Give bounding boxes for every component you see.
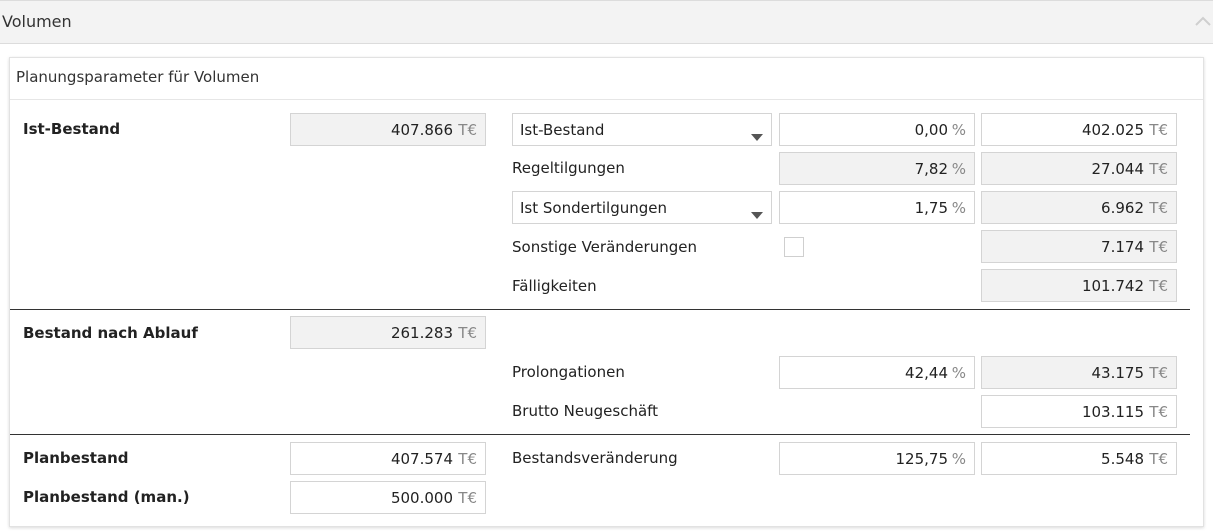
planbestand-man-label: Planbestand (man.) [23, 488, 190, 506]
amount-value: 103.115 [1081, 403, 1144, 421]
bestandsveraenderung-amount-input[interactable]: 5.548 T€ [981, 442, 1177, 475]
amount-value: 27.044 [1091, 160, 1145, 178]
panel-title-divider [10, 99, 1203, 100]
currency-unit: T€ [1149, 364, 1168, 382]
percent-value: 0,00 [914, 121, 948, 139]
ist-bestand-percent-input[interactable]: 0,00 % [779, 113, 975, 146]
percent-unit: % [951, 364, 966, 382]
sondertilgungen-amount-field: 6.962 T€ [981, 191, 1177, 224]
currency-unit: T€ [458, 324, 477, 342]
sondertilgungen-percent-input[interactable]: 1,75 % [779, 191, 975, 224]
sondertilgungen-dropdown[interactable]: Ist Sondertilgungen [512, 191, 772, 224]
amount-value: 6.962 [1101, 199, 1144, 217]
planbestand-man-input[interactable]: 500.000 T€ [290, 481, 486, 514]
currency-unit: T€ [1149, 199, 1168, 217]
planbestand-label: Planbestand [23, 449, 129, 467]
bestandsveraenderung-label: Bestandsveränderung [512, 449, 678, 467]
amount-value: 7.174 [1101, 238, 1144, 256]
ist-bestand-label: Ist-Bestand [23, 120, 121, 138]
currency-unit: T€ [458, 450, 477, 468]
amount-value: 402.025 [1081, 121, 1144, 139]
ist-bestand-dropdown[interactable]: Ist-Bestand [512, 113, 772, 146]
percent-unit: % [951, 450, 966, 468]
prolongationen-label: Prolongationen [512, 363, 625, 381]
amount-value: 101.742 [1081, 277, 1144, 295]
divider-line [10, 434, 1190, 435]
currency-unit: T€ [1149, 238, 1168, 256]
prolongationen-amount-field: 43.175 T€ [981, 356, 1177, 389]
ist-bestand-value: 407.866 [390, 121, 453, 139]
prolongationen-percent-input[interactable]: 42,44 % [779, 356, 975, 389]
divider-line [10, 309, 1190, 310]
sonstige-label: Sonstige Veränderungen [512, 238, 697, 256]
amount-value: 43.175 [1091, 364, 1145, 382]
currency-unit: T€ [1149, 450, 1168, 468]
section-header[interactable]: Volumen [0, 0, 1213, 44]
amount-value: 407.574 [390, 450, 453, 468]
section-title: Volumen [2, 12, 72, 31]
currency-unit: T€ [1149, 403, 1168, 421]
amount-value: 5.548 [1101, 450, 1144, 468]
regeltilgungen-percent-field: 7,82 % [779, 152, 975, 185]
faelligkeiten-label: Fälligkeiten [512, 277, 597, 295]
amount-value: 500.000 [390, 489, 453, 507]
percent-value: 42,44 [905, 364, 948, 382]
planbestand-field[interactable]: 407.574 T€ [290, 442, 486, 475]
percent-unit: % [951, 121, 966, 139]
percent-unit: % [951, 160, 966, 178]
percent-unit: % [951, 199, 966, 217]
percent-value: 1,75 [914, 199, 948, 217]
faelligkeiten-amount-field: 101.742 T€ [981, 269, 1177, 302]
currency-unit: T€ [1149, 160, 1168, 178]
brutto-neugeschaeft-label: Brutto Neugeschäft [512, 402, 659, 420]
regeltilgungen-amount-field: 27.044 T€ [981, 152, 1177, 185]
dropdown-selected: Ist-Bestand [520, 121, 605, 139]
caret-down-icon [751, 205, 763, 223]
panel-title: Planungsparameter für Volumen [16, 68, 260, 86]
ist-bestand-field: 407.866 T€ [290, 113, 486, 146]
bestand-nach-ablauf-label: Bestand nach Ablauf [23, 324, 198, 342]
currency-unit: T€ [1149, 121, 1168, 139]
currency-unit: T€ [458, 121, 477, 139]
bestand-nach-ablauf-field: 261.283 T€ [290, 316, 486, 349]
amount-value: 261.283 [390, 324, 453, 342]
sonstige-amount-field: 7.174 T€ [981, 230, 1177, 263]
chevron-up-icon[interactable] [1193, 11, 1213, 31]
percent-value: 125,75 [895, 450, 949, 468]
sonstige-checkbox[interactable] [784, 237, 804, 257]
currency-unit: T€ [458, 489, 477, 507]
brutto-neugeschaeft-amount-input[interactable]: 103.115 T€ [981, 395, 1177, 428]
percent-value: 7,82 [914, 160, 948, 178]
caret-down-icon [751, 127, 763, 145]
ist-bestand-amount-input[interactable]: 402.025 T€ [981, 113, 1177, 146]
dropdown-selected: Ist Sondertilgungen [520, 199, 668, 217]
bestandsveraenderung-percent-input[interactable]: 125,75 % [779, 442, 975, 475]
currency-unit: T€ [1149, 277, 1168, 295]
regeltilgungen-label: Regeltilgungen [512, 159, 625, 177]
